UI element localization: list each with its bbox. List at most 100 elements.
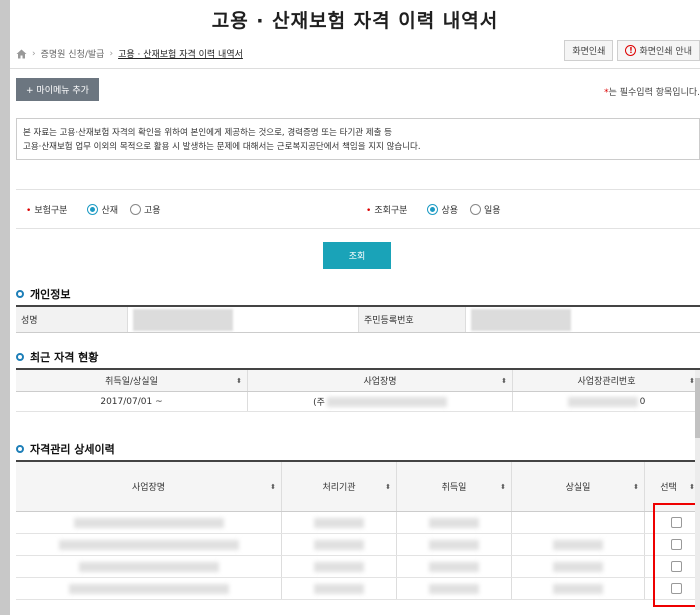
redacted-acquire: [429, 517, 479, 528]
sort-icon[interactable]: ⬍: [633, 483, 639, 491]
query-option-label: 상용: [441, 206, 458, 216]
table-header: 취득일/상실일 ⬍ 사업장명 ⬍ 사업장관리번호 ⬍: [16, 370, 700, 392]
detail-company: [16, 556, 282, 577]
breadcrumb-level1[interactable]: 증명원 신청/발급: [41, 47, 105, 60]
col-mgmt-no[interactable]: 사업장관리번호 ⬍: [513, 370, 700, 391]
print-button[interactable]: 화면인쇄: [564, 40, 614, 61]
col-loss-date[interactable]: 상실일 ⬍: [512, 462, 645, 511]
detail-loss: [512, 578, 645, 599]
redacted-name: [133, 308, 233, 331]
detail-loss: [512, 556, 645, 577]
insurance-option-sanjae[interactable]: 산재: [87, 203, 118, 216]
col-date[interactable]: 취득일/상실일 ⬍: [16, 370, 248, 391]
col-acquire-date[interactable]: 취득일 ⬍: [397, 462, 512, 511]
selection-highlight: [653, 503, 700, 607]
query-filter: 조회구분 상용 일용: [366, 203, 507, 216]
section-recent-title: 최근 자격 현황: [30, 351, 99, 364]
insurance-option-goyong[interactable]: 고용: [130, 203, 161, 216]
col-agency-label: 처리기관: [322, 483, 356, 493]
sort-icon[interactable]: ⬍: [270, 483, 276, 491]
notice-box: 본 자료는 고용·산재보험 자격의 확인을 위하여 본인에게 제공하는 것으로,…: [16, 118, 700, 160]
insurance-option-label: 고용: [144, 206, 161, 216]
query-option-sangyong[interactable]: 상용: [427, 203, 458, 216]
sort-icon[interactable]: ⬍: [236, 377, 242, 385]
detail-acquire: [397, 534, 512, 555]
print-guide-label: 화면인쇄 안내: [639, 47, 692, 57]
bullet-icon: [16, 445, 24, 453]
chevron-right-icon: ›: [109, 48, 114, 59]
recent-company: (주: [248, 392, 513, 411]
detail-acquire: [397, 512, 512, 533]
table-row: [16, 556, 700, 578]
redacted-company: [78, 561, 219, 572]
radio-icon[interactable]: [130, 204, 141, 215]
mgmt-suffix: 0: [639, 396, 646, 407]
recent-table: 취득일/상실일 ⬍ 사업장명 ⬍ 사업장관리번호 ⬍ 2017/07/01 ~ (주 …: [16, 368, 700, 412]
insurance-option-label: 산재: [101, 206, 118, 216]
radio-icon[interactable]: [470, 204, 481, 215]
page: 고용 · 산재보험 자격 이력 내역서 › 증명원 신청/발급 › 고용 · 산…: [10, 0, 700, 615]
detail-acquire: [397, 556, 512, 577]
redacted-company: [326, 396, 447, 407]
search-button[interactable]: 조회: [323, 242, 391, 269]
bullet-icon: [16, 353, 24, 361]
col-company-label: 사업장명: [131, 483, 166, 493]
redacted-rrn: [471, 308, 571, 331]
redacted-company: [73, 517, 224, 528]
query-option-label: 일용: [484, 206, 501, 216]
insurance-filter: 보험구분 산재 고용: [26, 203, 167, 216]
required-note: *는 필수입력 항목입니다.: [604, 85, 700, 98]
breadcrumb: › 증명원 신청/발급 › 고용 · 산재보험 자격 이력 내역서: [16, 47, 243, 60]
add-mymenu-button[interactable]: + 마이메뉴 추가: [16, 78, 99, 101]
detail-loss: [512, 512, 645, 533]
bullet-icon: [16, 290, 24, 298]
col-mgmt-no-label: 사업장관리번호: [577, 377, 636, 387]
sort-icon[interactable]: ⬍: [500, 483, 506, 491]
divider: [10, 68, 700, 69]
section-detail-title: 자격관리 상세이력: [30, 443, 115, 456]
table-row: [16, 578, 700, 600]
col-company[interactable]: 사업장명 ⬍: [16, 462, 282, 511]
detail-company: [16, 578, 282, 599]
detail-agency: [282, 534, 397, 555]
chevron-right-icon: ›: [32, 48, 36, 59]
query-option-ilyong[interactable]: 일용: [470, 203, 501, 216]
detail-loss: [512, 534, 645, 555]
sort-icon[interactable]: ⬍: [385, 483, 391, 491]
breadcrumb-current[interactable]: 고용 · 산재보험 자격 이력 내역서: [118, 47, 243, 60]
scrollbar[interactable]: [695, 370, 700, 610]
detail-company: [16, 512, 282, 533]
section-recent: 최근 자격 현황: [16, 349, 98, 365]
recent-mgmt-no: 0: [513, 392, 700, 411]
col-agency[interactable]: 처리기관 ⬍: [282, 462, 397, 511]
redacted-agency: [314, 561, 364, 572]
insurance-label: 보험구분: [26, 203, 67, 216]
section-personal: 개인정보: [16, 286, 70, 302]
home-icon[interactable]: [16, 49, 27, 59]
scrollbar-thumb[interactable]: [695, 378, 700, 438]
detail-agency: [282, 556, 397, 577]
company-prefix: (주: [313, 398, 325, 408]
redacted-loss: [553, 561, 603, 572]
page-title: 고용 · 산재보험 자격 이력 내역서: [211, 10, 499, 32]
table-header: 사업장명 ⬍ 처리기관 ⬍ 취득일 ⬍ 상실일 ⬍ 선택 ⬍: [16, 462, 700, 512]
redacted-agency: [314, 517, 364, 528]
radio-selected-icon[interactable]: [427, 204, 439, 215]
col-company-label: 사업장명: [363, 377, 397, 387]
redacted-company: [68, 583, 229, 594]
top-actions: 화면인쇄 ! 화면인쇄 안내: [564, 40, 700, 61]
redacted-loss: [553, 539, 603, 550]
redacted-mgmt-no: [567, 396, 638, 407]
warning-icon: !: [625, 45, 637, 56]
detail-agency: [282, 578, 397, 599]
sort-icon[interactable]: ⬍: [501, 377, 507, 385]
detail-acquire: [397, 578, 512, 599]
col-company[interactable]: 사업장명 ⬍: [248, 370, 513, 391]
radio-selected-icon[interactable]: [87, 204, 99, 215]
redacted-loss: [553, 583, 603, 594]
col-date-label: 취득일/상실일: [105, 377, 158, 387]
print-button-label: 화면인쇄: [572, 47, 606, 57]
print-guide-button[interactable]: ! 화면인쇄 안내: [617, 40, 700, 61]
redacted-company: [58, 539, 239, 550]
filter-panel: 보험구분 산재 고용 조회구분 상용 일용: [16, 189, 700, 229]
